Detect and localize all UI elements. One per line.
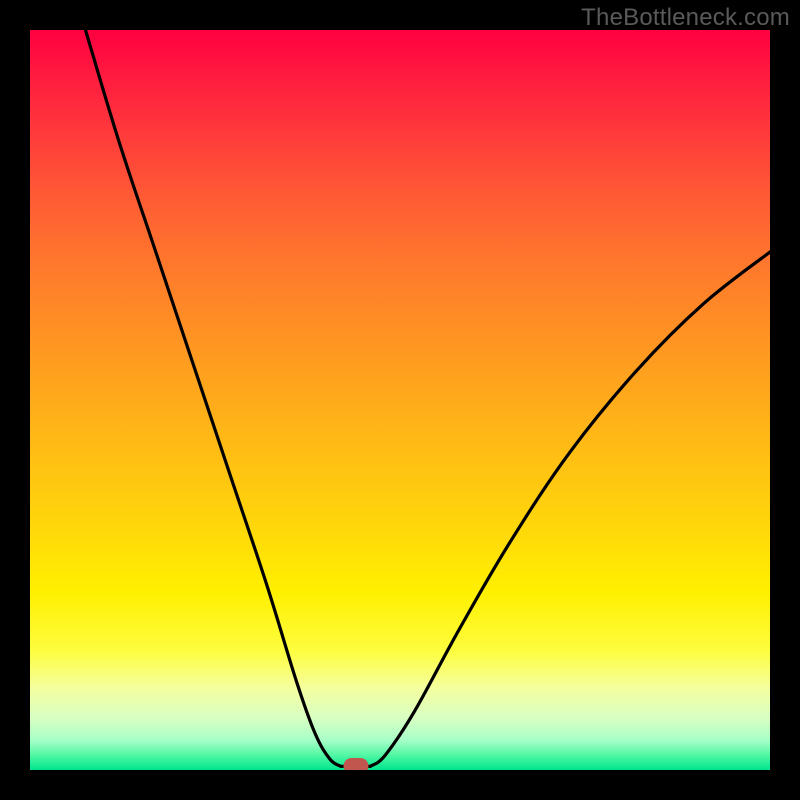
curve-left [86, 30, 341, 766]
optimal-marker [343, 758, 368, 770]
chart-frame: TheBottleneck.com [0, 0, 800, 800]
watermark-text: TheBottleneck.com [581, 4, 790, 32]
curve-layer [30, 30, 770, 770]
curve-right [370, 252, 770, 766]
plot-area [30, 30, 770, 770]
